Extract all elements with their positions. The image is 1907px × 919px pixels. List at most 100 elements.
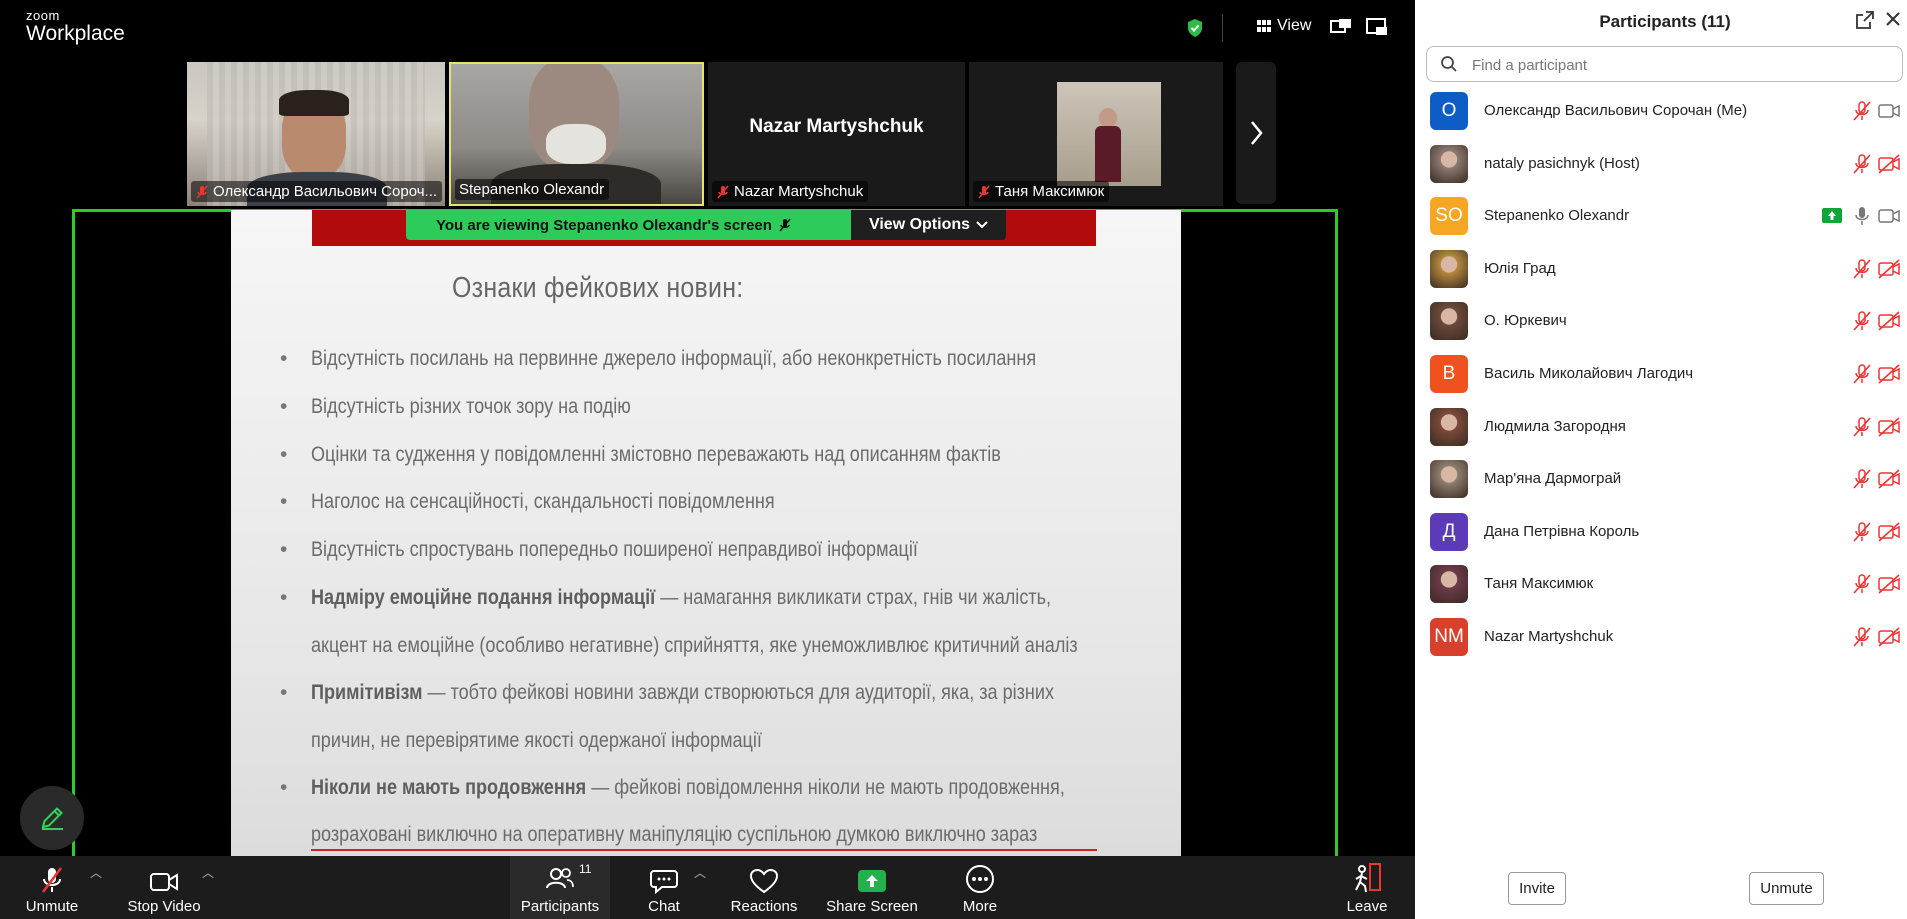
participant-row[interactable]: nataly pasichnyk (Host) [1415,136,1907,188]
mic-muted-icon[interactable] [1851,416,1873,443]
camera-off-icon[interactable] [1877,468,1901,495]
participant-name: Василь Миколайович Лагодич [1484,365,1694,382]
slide-bullet-text: акцент на емоційне (особливо негативне) … [311,633,1078,657]
audio-options-caret[interactable]: ︿ [90,864,102,881]
mic-muted-icon [978,185,990,198]
unmute-button[interactable]: Unmute [10,856,94,919]
mic-muted-icon[interactable] [1851,310,1873,337]
leave-label: Leave [1346,898,1388,915]
camera-off-icon[interactable] [1877,363,1901,390]
mic-muted-icon[interactable] [1851,573,1873,600]
video-tile-label: Таня Максимюк [995,183,1105,200]
participant-row[interactable]: NM Nazar Martyshchuk [1415,609,1907,661]
video-tile-name: Stepanenko Olexandr [455,179,610,200]
participant-row[interactable]: Людмила Загородня [1415,399,1907,451]
participant-row[interactable]: В Василь Миколайович Лагодич [1415,346,1907,398]
annotate-button[interactable] [20,786,84,850]
mic-muted-icon[interactable] [1851,258,1873,285]
pop-out-icon[interactable] [1855,10,1875,30]
invite-button[interactable]: Invite [1508,872,1566,905]
slide-bullet-text: причин, не перевірятиме якості одержаної… [311,728,762,752]
mic-muted-icon[interactable] [1851,468,1873,495]
participant-row[interactable]: Таня Максимюк [1415,556,1907,608]
camera-off-icon[interactable] [1877,573,1901,600]
camera-icon[interactable] [1877,100,1901,127]
more-options-icon [966,865,994,893]
participant-name: Stepanenko Olexandr [1484,207,1630,225]
video-tile-label: Stepanenko Olexandr [459,181,605,198]
more-button[interactable]: More [938,856,1022,919]
encryption-shield-icon[interactable] [1186,18,1204,38]
participant-row[interactable]: Мар'яна Дармограй [1415,451,1907,503]
stop-video-label: Stop Video [127,898,201,915]
participant-photo-avatar [1430,407,1468,446]
chevron-down-icon [976,221,988,229]
video-tile[interactable]: Олександр Васильович Сороч... [187,62,445,206]
video-tile-active[interactable]: Stepanenko Olexandr [449,62,704,206]
participants-button[interactable]: 11 Participants [510,856,610,919]
slide-bullet-text: Відсутність спростувань попередньо пошир… [311,537,918,561]
minimize-window-icon[interactable] [1366,18,1388,36]
unmute-all-button[interactable]: Unmute [1749,872,1824,905]
video-tile[interactable]: Таня Максимюк [969,62,1223,206]
mic-muted-icon[interactable] [1851,626,1873,653]
participant-name: Дана Петрівна Король [1484,522,1640,540]
video-thumbnail-strip: Олександр Васильович Сороч... Stepanenko… [187,62,1223,206]
leave-button[interactable]: Leave [1342,856,1392,919]
next-page-button[interactable] [1236,62,1276,204]
chat-options-caret[interactable]: ︿ [694,864,706,881]
panel-title: Participants (11) [1599,12,1731,31]
camera-off-icon[interactable] [1877,521,1901,548]
camera-off-icon[interactable] [1877,626,1901,653]
slide-bullet-text: Відсутність різних точок зору на подію [311,394,631,418]
participant-row[interactable]: Юлія Град [1415,241,1907,293]
chat-label: Chat [648,898,680,915]
camera-icon[interactable] [1877,205,1901,232]
app-logo: Workplace [26,22,125,45]
close-icon[interactable] [1884,10,1902,28]
mic-muted-icon [717,185,729,198]
view-button[interactable]: View [1257,17,1311,35]
participant-name: Мар'яна Дармограй [1484,470,1622,488]
reactions-button[interactable]: Reactions [722,856,806,919]
slide-bullet-text: Відсутність посилань на первинне джерело… [311,346,1037,370]
participants-icon-wrap: 11 [545,862,591,898]
participant-row[interactable]: SO Stepanenko Olexandr [1415,188,1907,240]
more-label: More [962,898,998,915]
participant-row[interactable]: Д Дана Петрівна Король [1415,504,1907,556]
slide-bullet-text: Примітивізм — тобто фейкові новини завжд… [311,680,1054,705]
participant-row[interactable]: О. Юркевич [1415,293,1907,345]
stop-video-button[interactable]: Stop Video [118,856,210,919]
participant-initials-avatar: О [1430,92,1468,130]
slide-bullet-rest: — тобто фейкові новини завжди створюютьс… [422,680,1055,704]
video-tile-name: Олександр Васильович Сороч... [191,181,443,202]
view-label: View [1277,17,1312,34]
participant-row[interactable]: О Олександр Васильович Сорочан (Me) [1415,83,1907,135]
camera-off-icon[interactable] [1877,416,1901,443]
participant-search-input[interactable] [1470,48,1894,82]
participant-name: Людмила Загородня [1484,417,1626,435]
mic-muted-icon[interactable] [1851,153,1873,180]
mic-icon[interactable] [1851,205,1873,232]
video-tile-name: Таня Максимюк [973,181,1110,202]
video-tile[interactable]: Nazar Martyshchuk Nazar Martyshchuk [708,62,965,206]
participant-photo-avatar [1430,565,1468,604]
mic-muted-icon[interactable] [1851,100,1873,127]
share-screen-button[interactable]: Share Screen [822,856,922,919]
video-tile-big-name: Nazar Martyshchuk [749,116,924,137]
slide-bullet-text: Ніколи не мають продовження — фейкові по… [311,775,1065,800]
bullet-dot: • [280,776,288,799]
slide-bullet-text: розраховані виключно на оперативну маніп… [311,822,1038,846]
participant-photo-avatar [1430,249,1468,288]
share-screen-label: Share Screen [826,898,918,915]
slide-bullet-bold: Примітивізм [311,680,423,704]
video-options-caret[interactable]: ︿ [202,864,214,881]
mic-muted-icon[interactable] [1851,363,1873,390]
camera-off-icon[interactable] [1877,153,1901,180]
bullet-dot: • [280,347,288,370]
view-options-button[interactable]: View Options [851,210,1006,240]
mic-muted-icon[interactable] [1851,521,1873,548]
camera-off-icon[interactable] [1877,258,1901,285]
picture-in-picture-icon[interactable] [1330,18,1352,36]
camera-off-icon[interactable] [1877,310,1901,337]
